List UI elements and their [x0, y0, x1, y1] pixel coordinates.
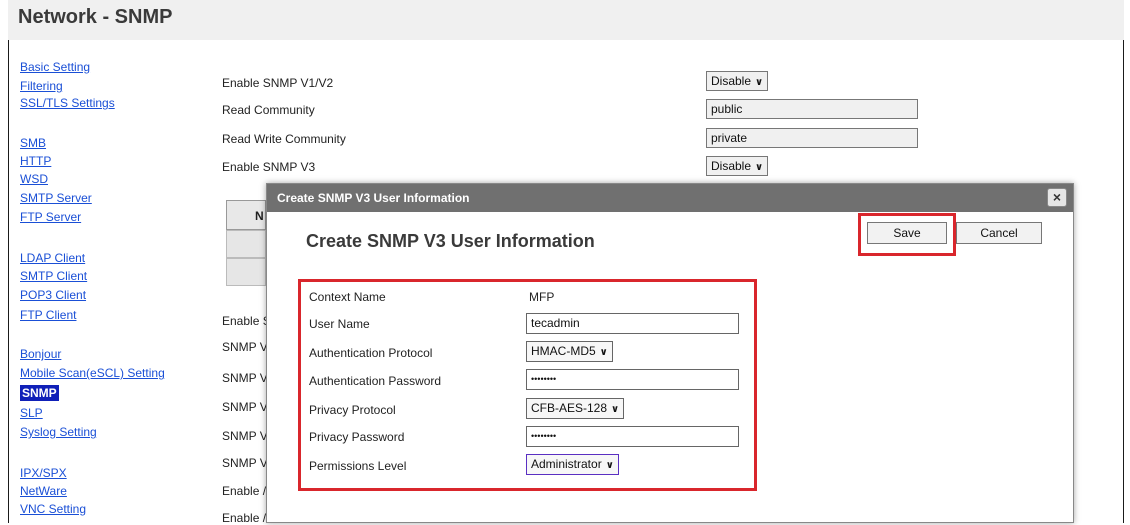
enable-snmp-v1v2-label: Enable SNMP V1/V2 — [222, 76, 334, 90]
dialog-heading: Create SNMP V3 User Information — [306, 231, 595, 251]
user-name-label: User Name — [309, 317, 370, 331]
privacy-password-label: Privacy Password — [309, 430, 405, 444]
sidebar-item-pop3-client[interactable]: POP3 Client — [20, 288, 86, 302]
sidebar-item-ldap-client[interactable]: LDAP Client — [20, 251, 85, 265]
enable-snmp-v3-label: Enable SNMP V3 — [222, 160, 316, 174]
chevron-down-icon: ∨ — [599, 347, 608, 358]
partial-form-label: SNMP V — [222, 456, 268, 470]
context-name-value: MFP — [529, 290, 555, 304]
sidebar-item-filtering[interactable]: Filtering — [20, 79, 63, 93]
dialog-title: Create SNMP V3 User Information — [277, 191, 470, 205]
table-cell — [226, 230, 266, 258]
sidebar-item-vnc[interactable]: VNC Setting — [20, 502, 86, 516]
sidebar-item-smtp-server[interactable]: SMTP Server — [20, 191, 92, 205]
enable-snmp-v3-value: Disable — [711, 159, 752, 173]
create-snmp-v3-user-dialog: Create SNMP V3 User Information × Create… — [266, 183, 1074, 523]
enable-snmp-v3-select[interactable]: Disable ∨ — [706, 156, 769, 176]
user-name-input[interactable]: tecadmin — [526, 313, 739, 334]
enable-snmp-v1v2-select[interactable]: Disable ∨ — [706, 71, 769, 91]
read-community-input[interactable]: public — [706, 99, 918, 119]
partial-form-label: Enable / — [222, 484, 267, 498]
sidebar-item-syslog[interactable]: Syslog Setting — [20, 425, 97, 439]
page-header: Network - SNMP — [8, 0, 1124, 40]
read-write-community-label: Read Write Community — [222, 132, 346, 146]
privacy-protocol-label: Privacy Protocol — [309, 403, 396, 417]
partial-form-label: Enable S — [222, 314, 271, 328]
privacy-protocol-value: CFB-AES-128 — [531, 401, 608, 415]
chevron-down-icon: ∨ — [611, 404, 620, 415]
partial-form-label: SNMP V — [222, 400, 268, 414]
permissions-level-select[interactable]: Administrator ∨ — [526, 454, 619, 475]
sidebar-item-basic-setting[interactable]: Basic Setting — [20, 60, 90, 74]
auth-password-input[interactable]: •••••••• — [526, 369, 739, 390]
permissions-level-label: Permissions Level — [309, 459, 407, 473]
auth-protocol-select[interactable]: HMAC-MD5 ∨ — [526, 341, 613, 362]
sidebar-item-wsd[interactable]: WSD — [20, 172, 48, 186]
sidebar-item-ftp-client[interactable]: FTP Client — [20, 308, 76, 322]
auth-protocol-label: Authentication Protocol — [309, 346, 433, 360]
sidebar-item-slp[interactable]: SLP — [20, 406, 43, 420]
sidebar-item-mobile-scan[interactable]: Mobile Scan(eSCL) Setting — [20, 366, 165, 380]
close-icon[interactable]: × — [1047, 188, 1067, 207]
new-user-button[interactable]: N — [226, 200, 266, 230]
save-button[interactable]: Save — [867, 222, 947, 244]
partial-form-label: SNMP V — [222, 429, 268, 443]
sidebar-item-bonjour[interactable]: Bonjour — [20, 347, 61, 361]
dialog-title-bar[interactable]: Create SNMP V3 User Information × — [267, 184, 1073, 212]
privacy-protocol-select[interactable]: CFB-AES-128 ∨ — [526, 398, 625, 419]
table-cell — [226, 258, 266, 286]
new-user-button-label: N — [255, 209, 264, 223]
sidebar-item-smb[interactable]: SMB — [20, 136, 46, 150]
partial-form-label: SNMP V — [222, 371, 268, 385]
chevron-down-icon: ∨ — [755, 162, 764, 173]
cancel-button[interactable]: Cancel — [956, 222, 1042, 244]
sidebar-item-http[interactable]: HTTP — [20, 154, 51, 168]
chevron-down-icon: ∨ — [755, 77, 764, 88]
auth-password-label: Authentication Password — [309, 374, 442, 388]
sidebar-item-snmp[interactable]: SNMP — [20, 385, 59, 401]
sidebar-item-netware[interactable]: NetWare — [20, 484, 67, 498]
sidebar-item-ipx-spx[interactable]: IPX/SPX — [20, 466, 67, 480]
context-name-label: Context Name — [309, 290, 386, 304]
privacy-password-input[interactable]: •••••••• — [526, 426, 739, 447]
sidebar-item-ssl-tls[interactable]: SSL/TLS Settings — [20, 96, 115, 110]
read-community-label: Read Community — [222, 103, 315, 117]
read-write-community-input[interactable]: private — [706, 128, 918, 148]
page-title: Network - SNMP — [18, 6, 173, 28]
sidebar-item-smtp-client[interactable]: SMTP Client — [20, 269, 87, 283]
sidebar-item-ftp-server[interactable]: FTP Server — [20, 210, 81, 224]
permissions-level-value: Administrator — [531, 457, 602, 471]
chevron-down-icon: ∨ — [605, 460, 614, 471]
auth-protocol-value: HMAC-MD5 — [531, 344, 596, 358]
enable-snmp-v1v2-value: Disable — [711, 74, 752, 88]
partial-form-label: SNMP V — [222, 340, 268, 354]
